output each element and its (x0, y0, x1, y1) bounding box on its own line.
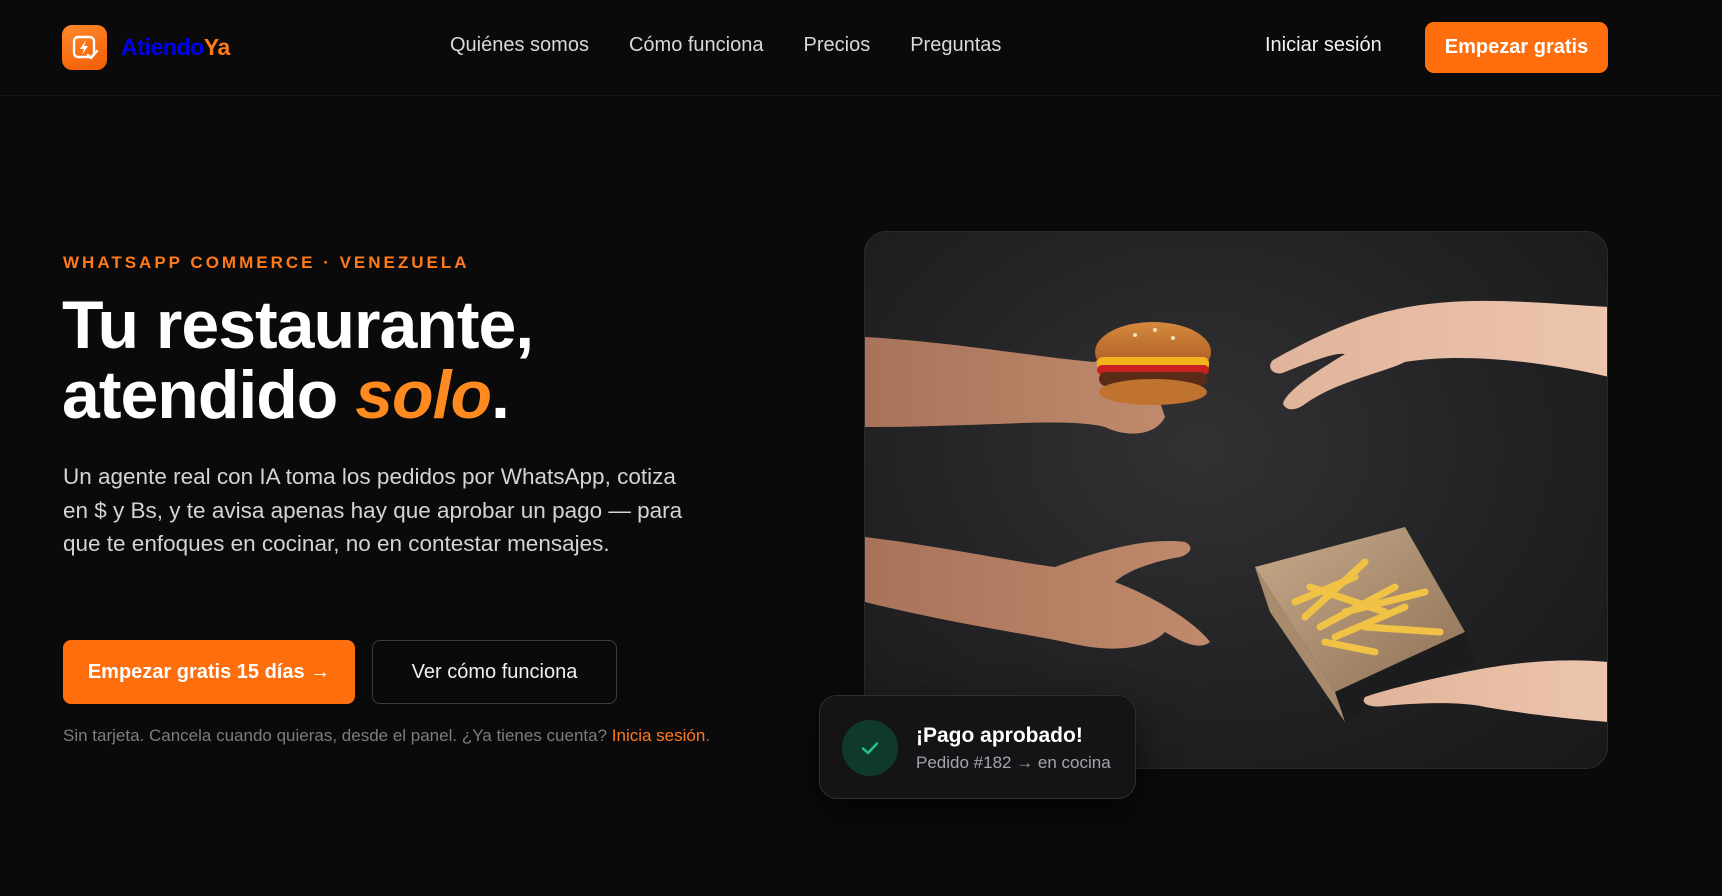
hero-note-end: . (705, 726, 711, 745)
nav-item-quienes-somos[interactable]: Quiénes somos (450, 34, 589, 57)
start-free-trial-button[interactable]: Empezar gratis 15 días → (63, 640, 355, 704)
login-inline-link[interactable]: Inicia sesión (612, 726, 706, 745)
nav-item-precios[interactable]: Precios (804, 34, 871, 57)
check-icon (842, 720, 898, 776)
main-nav: Quiénes somos Cómo funciona Precios Preg… (450, 34, 1001, 57)
headline-line-1: Tu restaurante, (62, 287, 534, 363)
top-navigation-bar: AtiendoYa Quiénes somos Cómo funciona Pr… (0, 0, 1722, 96)
brand-logo[interactable]: AtiendoYa (62, 25, 230, 70)
headline-period: . (491, 357, 510, 433)
hero-description: Un agente real con IA toma los pedidos p… (63, 464, 683, 556)
toast-title: ¡Pago aprobado! (916, 724, 1083, 747)
headline-line-2-pre: atendido (62, 357, 356, 433)
login-link[interactable]: Iniciar sesión (1265, 34, 1382, 57)
payment-approved-toast: ¡Pago aprobado! Pedido #182 → en cocina (819, 695, 1136, 799)
start-free-button[interactable]: Empezar gratis (1425, 22, 1608, 73)
toast-subtitle: Pedido #182 → en cocina (916, 753, 1111, 772)
hero-eyebrow: WHATSAPP COMMERCE · VENEZUELA (63, 253, 470, 272)
nav-item-preguntas[interactable]: Preguntas (910, 34, 1001, 57)
nav-item-como-funciona[interactable]: Cómo funciona (629, 34, 764, 57)
headline-accent-word: solo (355, 357, 492, 433)
hero-note: Sin tarjeta. Cancela cuando quieras, des… (63, 726, 710, 746)
brand-name: AtiendoYa (121, 34, 230, 61)
brand-name-primary: Atiendo (121, 34, 204, 60)
hero-food-photo (864, 231, 1608, 769)
see-how-it-works-button[interactable]: Ver cómo funciona (372, 640, 617, 704)
hero-headline: Tu restaurante, atendido solo. (62, 287, 534, 433)
brand-name-accent: Ya (203, 34, 230, 60)
bolt-check-icon (62, 25, 107, 70)
hero-note-text: Sin tarjeta. Cancela cuando quieras, des… (63, 726, 612, 745)
